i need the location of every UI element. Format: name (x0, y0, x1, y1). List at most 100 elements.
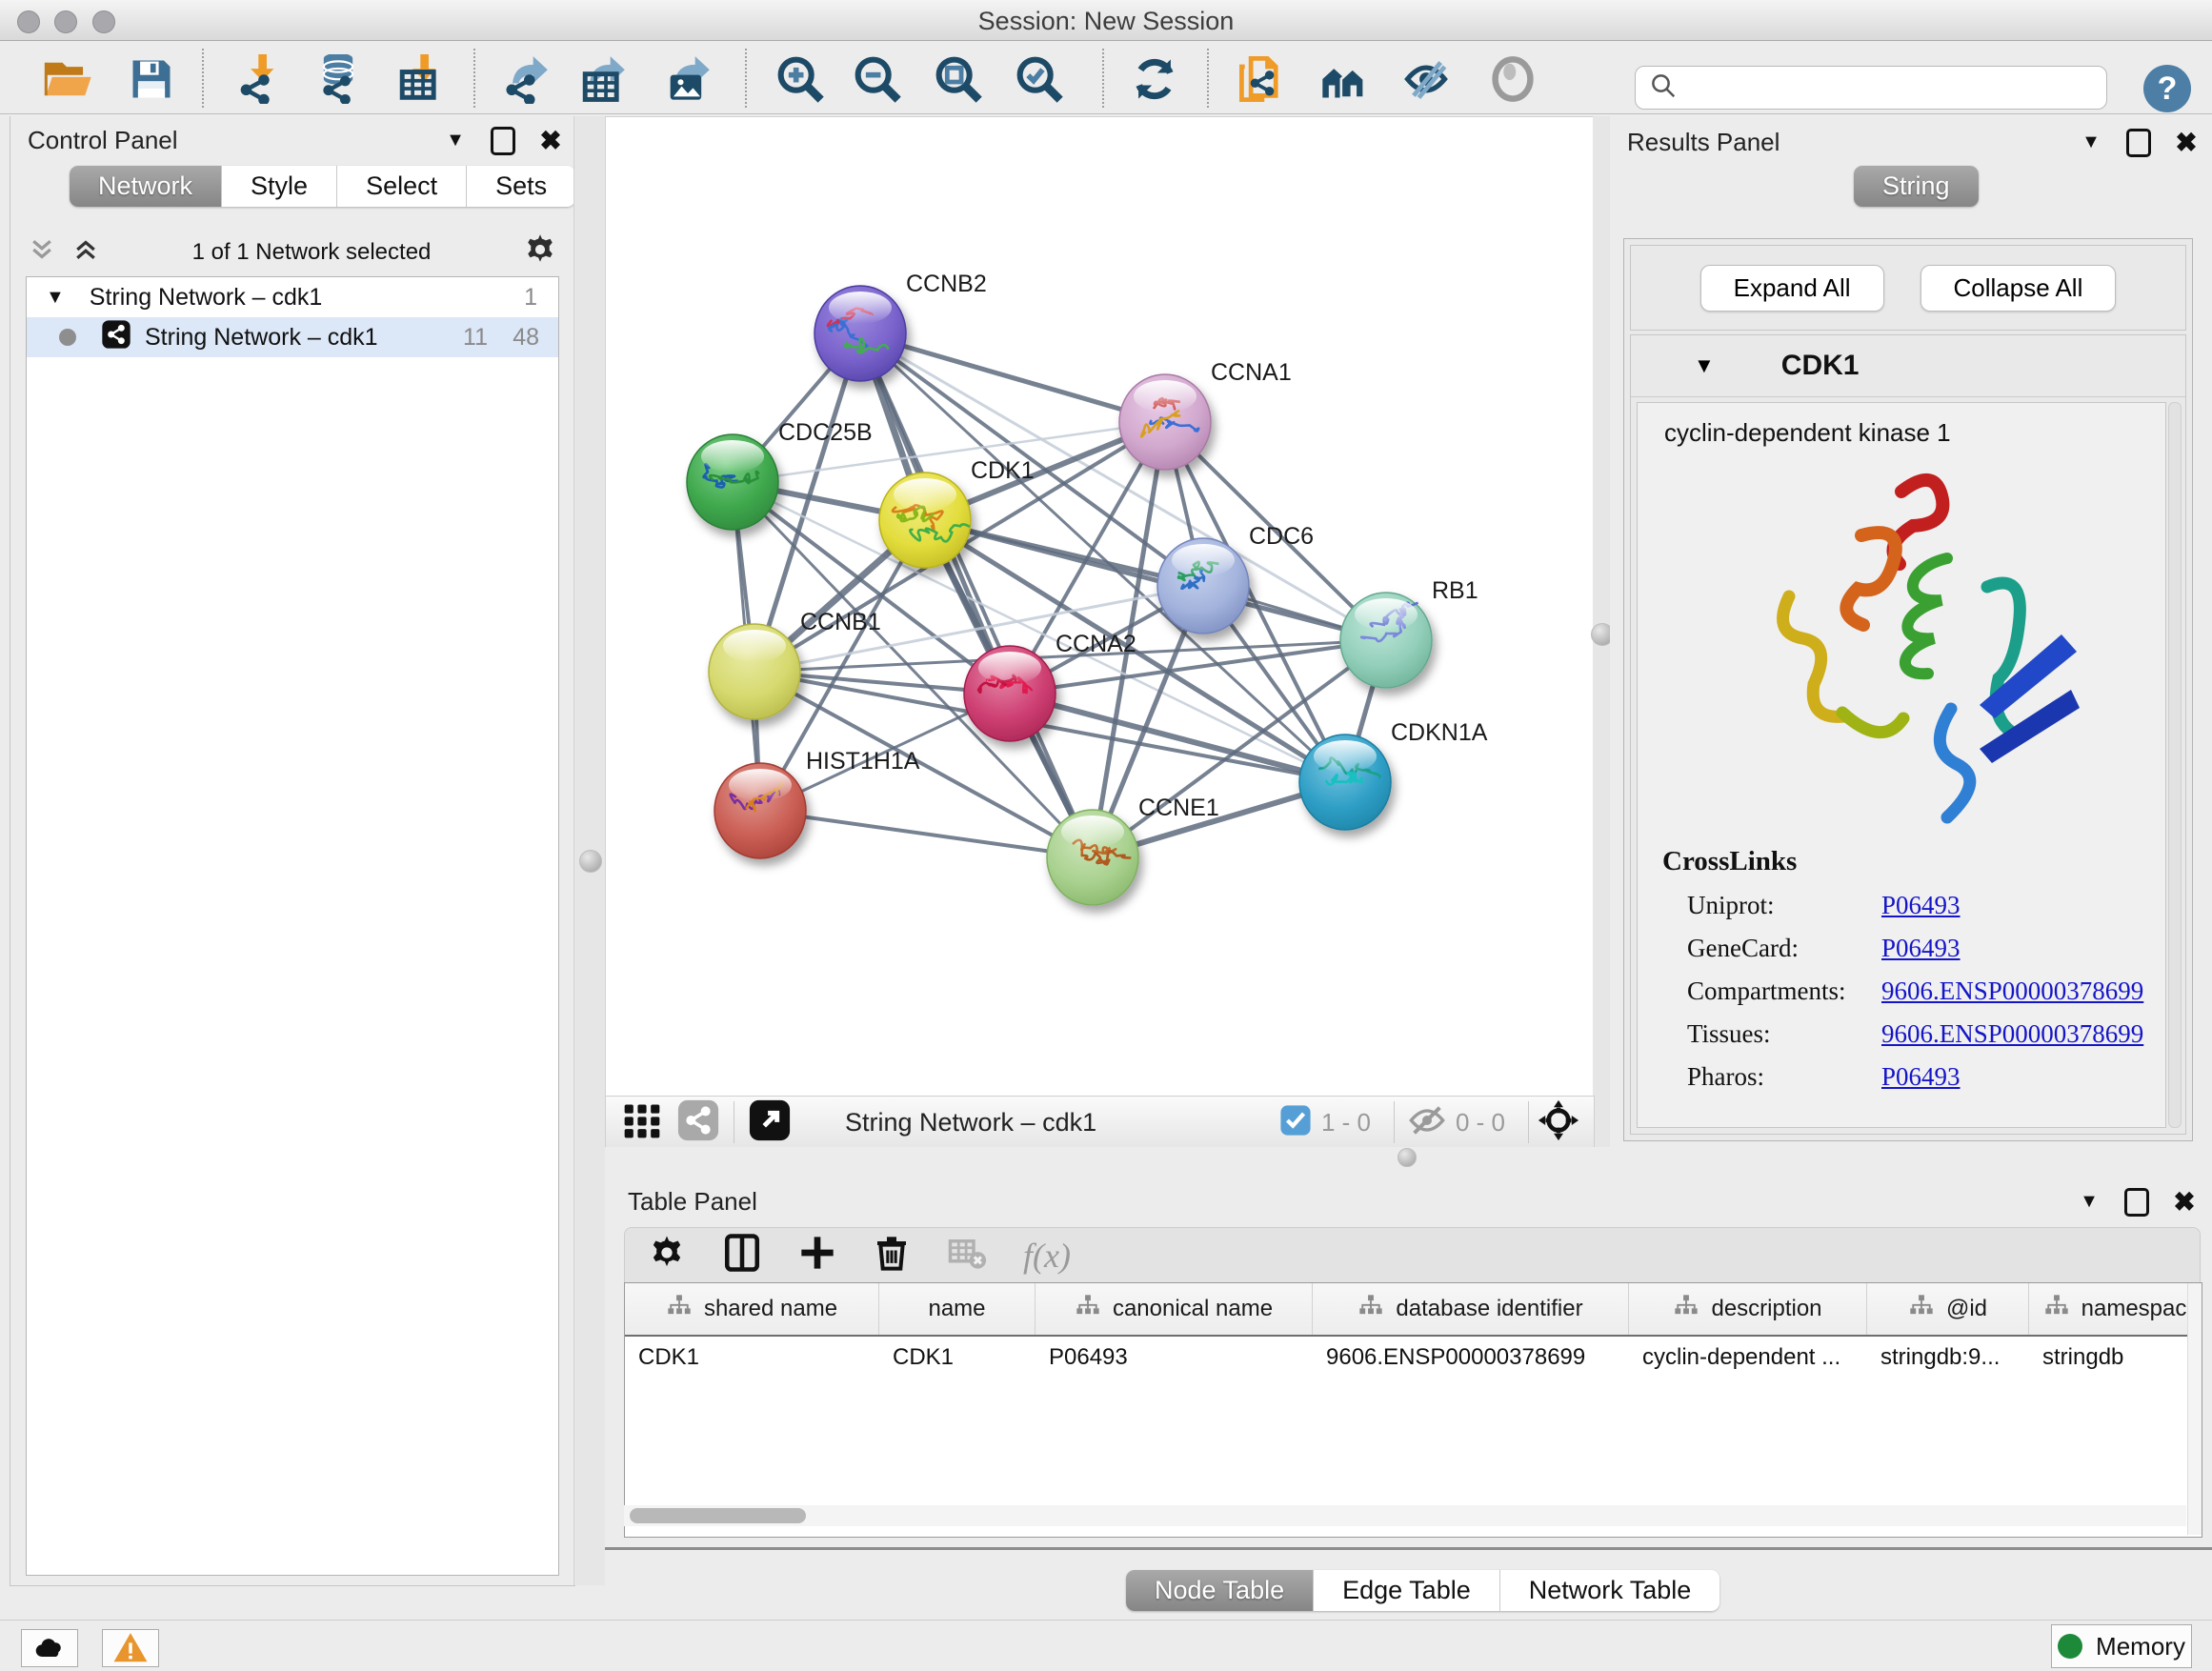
show-columns-icon[interactable] (722, 1233, 762, 1278)
node-CDK1[interactable]: CDK1 (879, 457, 1035, 568)
collection-expander-icon[interactable]: ▼ (46, 287, 65, 309)
open-session-icon[interactable] (42, 52, 95, 106)
cell-description[interactable]: cyclin-dependent ... (1629, 1344, 1867, 1371)
network-mapped-column-icon (666, 1293, 693, 1326)
search-input[interactable] (1687, 73, 2099, 102)
gene-section-expander-icon[interactable]: ▼ (1694, 353, 1715, 378)
crosslink-link[interactable]: P06493 (1881, 934, 1961, 963)
selected-checkbox-icon[interactable] (1279, 1104, 1312, 1141)
expand-all-networks-icon[interactable] (71, 235, 100, 269)
network-canvas[interactable]: CCNB2CCNA1CDC25BCDK1CDC6RB1CCNB1CCNA2CDK… (605, 116, 1595, 1097)
tab-style[interactable]: Style (222, 166, 337, 207)
table-panel-float-icon[interactable] (2124, 1188, 2149, 1217)
table-panel-close-icon[interactable]: ✖ (2174, 1192, 2195, 1213)
node-CDKN1A[interactable]: CDKN1A (1299, 719, 1488, 830)
export-table-icon[interactable] (575, 52, 629, 106)
cell-namespac[interactable]: stringdb (2029, 1344, 2202, 1371)
zoom-out-icon[interactable] (851, 52, 904, 106)
zoom-selected-icon[interactable] (1013, 52, 1066, 106)
hide-eye-icon[interactable] (1399, 52, 1453, 106)
network-row-selected[interactable]: String Network – cdk1 11 48 (27, 317, 558, 357)
search-box[interactable] (1635, 66, 2107, 110)
tab-network-table[interactable]: Network Table (1500, 1570, 1720, 1611)
right-splitter[interactable] (1593, 116, 1610, 1164)
save-session-icon[interactable] (125, 52, 178, 106)
node-CCNA1[interactable]: CCNA1 (1119, 359, 1292, 470)
gene-section-header[interactable]: ▼ CDK1 (1631, 335, 2185, 397)
crosslink-link[interactable]: 9606.ENSP00000378699 (1881, 1019, 2143, 1049)
edge-CCNB2-CCNE1[interactable] (860, 333, 1093, 857)
memory-button[interactable]: Memory (2051, 1624, 2192, 1668)
add-column-icon[interactable] (798, 1234, 836, 1277)
cell--id[interactable]: stringdb:9... (1867, 1344, 2029, 1371)
cell-canonical-name[interactable]: P06493 (1036, 1344, 1313, 1371)
network-collection-row[interactable]: ▼ String Network – cdk1 1 (27, 277, 558, 317)
tab-edge-table[interactable]: Edge Table (1314, 1570, 1500, 1611)
column-header-database-identifier[interactable]: database identifier (1313, 1283, 1629, 1335)
tab-sets[interactable]: Sets (467, 166, 575, 207)
birdseye-grid-icon[interactable] (621, 1099, 663, 1146)
cell-name[interactable]: CDK1 (879, 1344, 1036, 1371)
node-CCNB1[interactable]: CCNB1 (709, 609, 881, 719)
export-image-icon[interactable] (660, 52, 714, 106)
collapse-all-networks-icon[interactable] (28, 235, 56, 269)
hidden-eye-icon[interactable] (1408, 1101, 1446, 1144)
expand-all-button[interactable]: Expand All (1700, 265, 1884, 312)
edge-CDK1-RB1[interactable] (925, 520, 1386, 640)
column-header-description[interactable]: description (1629, 1283, 1867, 1335)
refresh-icon[interactable] (1128, 52, 1181, 106)
export-network-icon[interactable] (498, 52, 552, 106)
node-RB1[interactable]: RB1 (1340, 577, 1478, 688)
results-scrollbar[interactable] (2168, 402, 2182, 1128)
node-HIST1H1A[interactable]: HIST1H1A (714, 748, 920, 858)
left-splitter[interactable] (573, 116, 607, 1585)
results-panel-close-icon[interactable]: ✖ (2176, 132, 2197, 153)
table-panel-collapse-icon[interactable]: ▼ (2079, 1192, 2100, 1213)
scrollbar-thumb[interactable] (630, 1508, 806, 1523)
network-options-gear-icon[interactable] (523, 232, 557, 272)
import-database-icon[interactable] (312, 52, 365, 106)
tab-select[interactable]: Select (337, 166, 467, 207)
control-panel-close-icon[interactable]: ✖ (540, 131, 561, 151)
column-header-shared-name[interactable]: shared name (625, 1283, 879, 1335)
column-header-name[interactable]: name (879, 1283, 1036, 1335)
open-in-browser-icon[interactable] (748, 1098, 792, 1147)
cell-database-identifier[interactable]: 9606.ENSP00000378699 (1313, 1344, 1629, 1371)
column-header-namespac[interactable]: namespac (2029, 1283, 2202, 1335)
crosslink-link[interactable]: P06493 (1881, 891, 1961, 920)
results-panel-collapse-icon[interactable]: ▼ (2081, 132, 2101, 153)
collapse-all-button[interactable]: Collapse All (1920, 265, 2117, 312)
edge-CCNB2-CCNA1[interactable] (860, 333, 1165, 422)
table-vertical-scrollbar[interactable] (2187, 1283, 2202, 1535)
table-horizontal-scrollbar[interactable] (624, 1505, 2186, 1526)
home-network-icon[interactable] (1317, 52, 1370, 106)
control-panel-collapse-icon[interactable]: ▼ (445, 131, 466, 151)
zoom-in-icon[interactable] (774, 52, 827, 106)
table-options-gear-icon[interactable] (648, 1234, 686, 1277)
results-panel-float-icon[interactable] (2126, 129, 2151, 157)
tab-string[interactable]: String (1854, 166, 1979, 207)
zoom-fit-icon[interactable] (932, 52, 985, 106)
import-table-icon[interactable] (392, 52, 446, 106)
crosslink-link[interactable]: P06493 (1881, 1062, 1961, 1092)
network-share-gray-icon[interactable] (676, 1098, 720, 1147)
import-network-icon[interactable] (231, 52, 284, 106)
edge-HIST1H1A-CCNE1[interactable] (760, 811, 1093, 857)
cell-shared-name[interactable]: CDK1 (625, 1344, 879, 1371)
tab-node-table[interactable]: Node Table (1126, 1570, 1314, 1611)
column-header-canonical-name[interactable]: canonical name (1036, 1283, 1313, 1335)
left-splitter-handle[interactable] (579, 850, 602, 873)
table-row[interactable]: CDK1CDK1P064939606.ENSP00000378699cyclin… (625, 1337, 2202, 1379)
bottom-splitter-handle[interactable] (1398, 1148, 1417, 1167)
pan-crosshair-icon[interactable] (1537, 1098, 1580, 1147)
document-share-icon[interactable] (1235, 52, 1288, 106)
eye-icon[interactable] (1486, 52, 1539, 106)
control-panel-float-icon[interactable] (491, 127, 515, 155)
cloud-status-button[interactable] (21, 1629, 78, 1667)
warnings-button[interactable] (102, 1629, 159, 1667)
column-header--id[interactable]: @id (1867, 1283, 2029, 1335)
help-button[interactable]: ? (2143, 65, 2191, 112)
tab-network[interactable]: Network (70, 166, 222, 207)
crosslink-link[interactable]: 9606.ENSP00000378699 (1881, 976, 2143, 1006)
delete-column-icon[interactable] (873, 1234, 911, 1277)
